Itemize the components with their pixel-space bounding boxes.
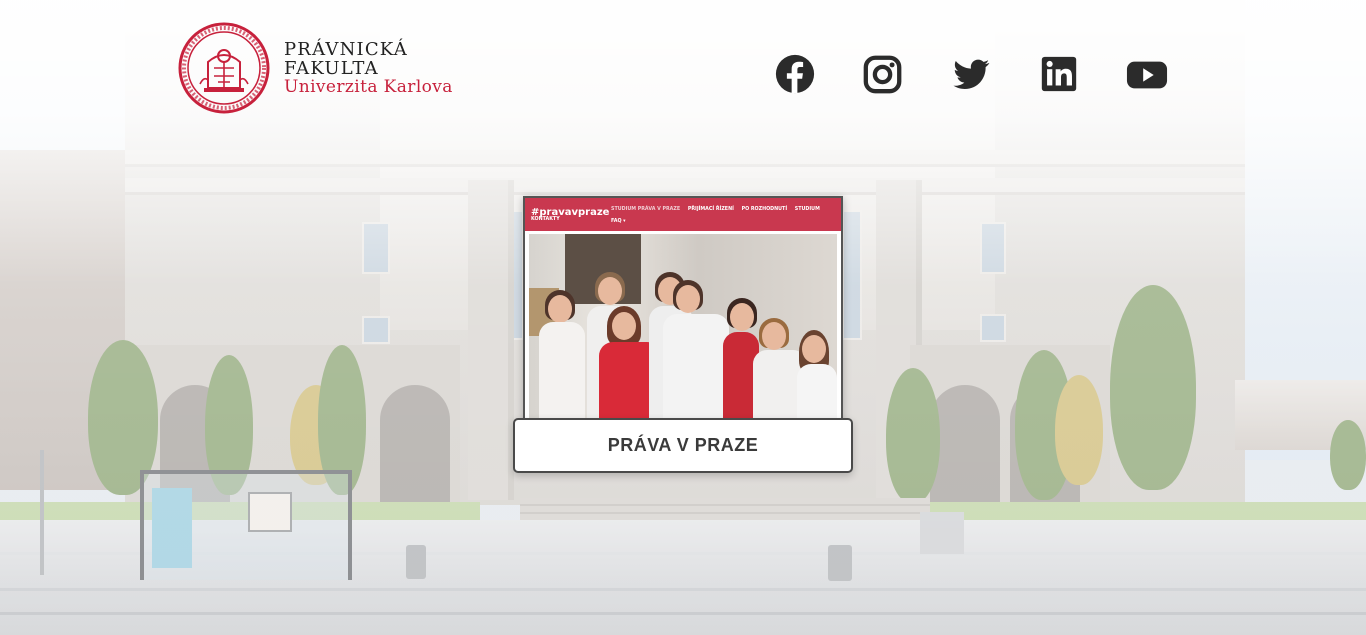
preview-nav-item: STUDIUM xyxy=(794,207,820,212)
preview-nav-item: PO ROZHODNUTÍ xyxy=(741,207,788,212)
facebook-icon xyxy=(775,54,815,94)
youtube-icon xyxy=(1126,61,1168,89)
preview-nav-item: STUDIUM PRÁVA V PRAZE xyxy=(611,207,681,212)
linkedin-icon xyxy=(1041,56,1077,92)
preview-nav-links: STUDIUM PRÁVA V PRAZE PŘIJÍMACÍ ŘÍZENÍ P… xyxy=(611,204,837,228)
students-group-photo xyxy=(529,234,837,420)
facebook-link[interactable] xyxy=(774,52,816,96)
instagram-link[interactable] xyxy=(862,52,904,96)
logo-line-3: Univerzita Karlova xyxy=(284,76,453,97)
preview-nav-item: FAQ ▾ xyxy=(611,219,626,224)
preview-nav-item: KONTAKTY xyxy=(531,217,560,222)
site-header: PRÁVNICKÁ FAKULTA Univerzita Karlova xyxy=(0,0,1366,140)
youtube-link[interactable] xyxy=(1126,52,1168,96)
logo-line-2: FAKULTA xyxy=(284,57,379,79)
twitter-icon xyxy=(953,59,990,89)
linkedin-link[interactable] xyxy=(1038,52,1080,96)
faculty-logo-link[interactable]: PRÁVNICKÁ FAKULTA Univerzita Karlova xyxy=(178,22,453,114)
preview-nav-item: PŘIJÍMACÍ ŘÍZENÍ xyxy=(687,207,734,212)
instagram-icon xyxy=(863,55,902,94)
preview-navbar: #pravavpraze STUDIUM PRÁVA V PRAZE PŘIJÍ… xyxy=(525,198,841,231)
faculty-wordmark: PRÁVNICKÁ FAKULTA Univerzita Karlova xyxy=(284,40,453,97)
prava-v-praze-button[interactable]: PRÁVA V PRAZE xyxy=(513,418,853,473)
logo-line-1: PRÁVNICKÁ xyxy=(284,38,408,60)
social-links xyxy=(774,52,1168,96)
prava-v-praze-preview-card[interactable]: #pravavpraze STUDIUM PRÁVA V PRAZE PŘIJÍ… xyxy=(523,196,843,424)
university-seal-icon xyxy=(178,22,270,114)
twitter-link[interactable] xyxy=(950,52,992,96)
